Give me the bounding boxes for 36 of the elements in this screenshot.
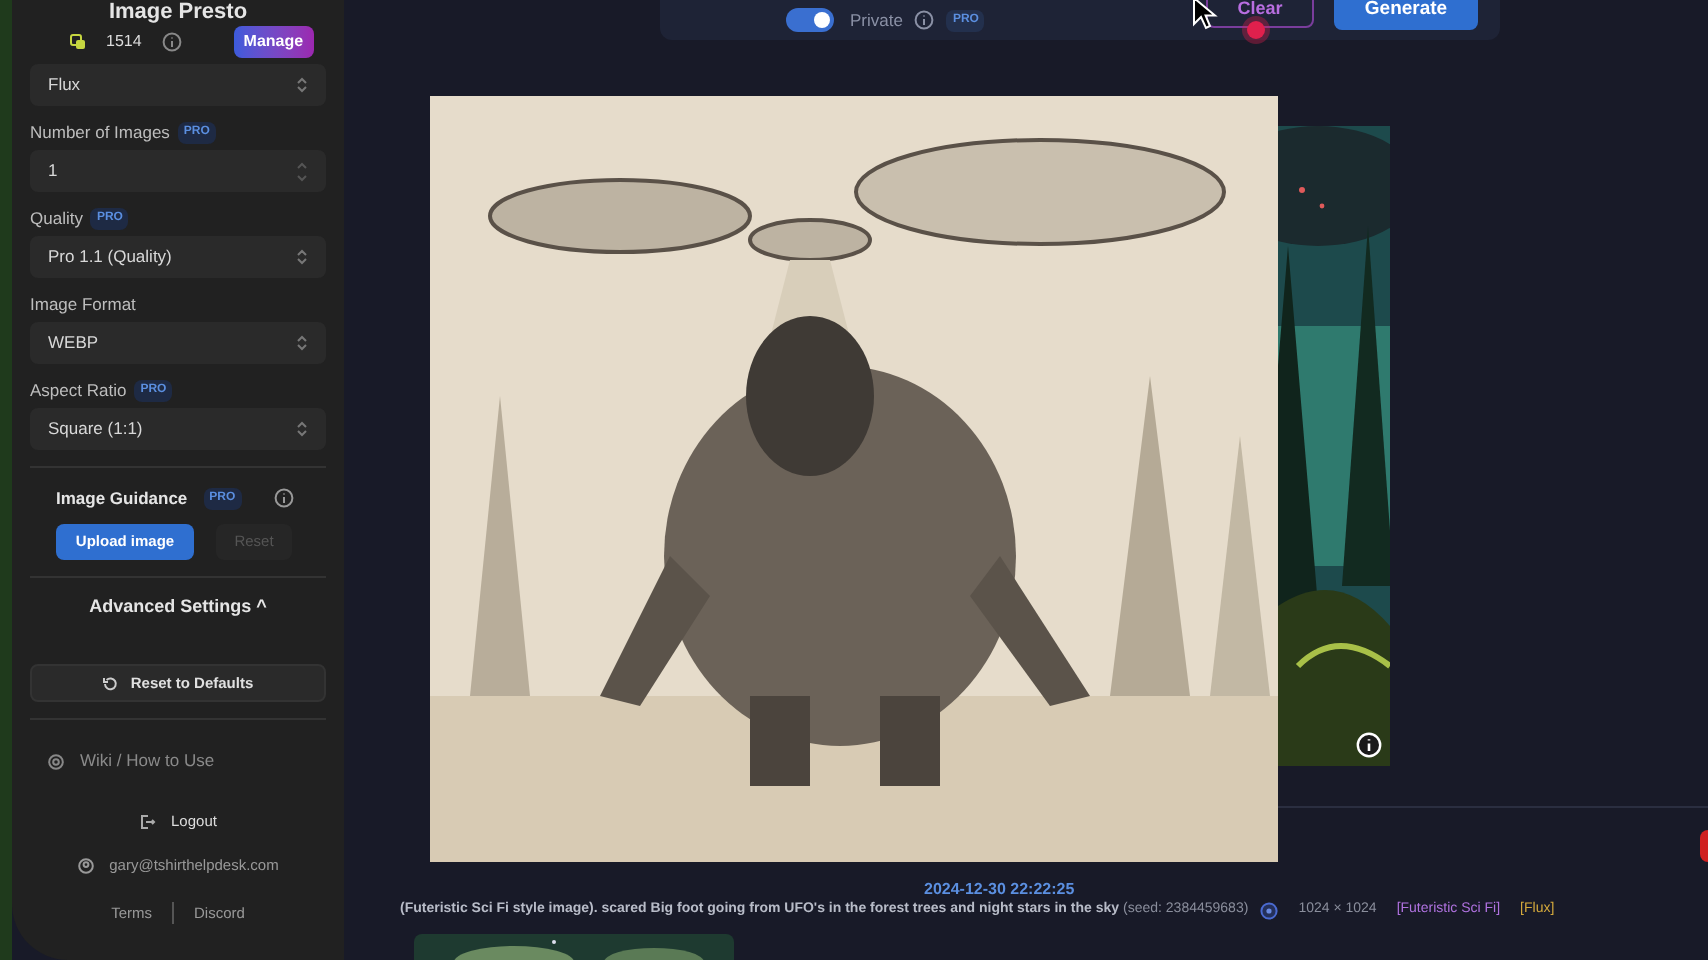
field-label: Aspect Ratio [30,377,127,403]
private-toggle[interactable] [786,8,834,32]
logout-icon [139,813,156,830]
coins-icon [70,34,86,50]
select-field[interactable]: WEBP [30,322,326,364]
credit-count: 1514 [106,30,142,54]
wiki-link[interactable]: Wiki / How to Use [30,748,326,774]
field-label: Quality [30,205,83,231]
field-label: Image Format [30,291,136,317]
generate-button[interactable]: Generate [1334,0,1478,30]
advanced-settings-toggle[interactable]: Advanced Settings ^ [30,593,326,621]
number-field[interactable]: 1 [30,150,326,192]
private-label: Private [850,7,903,33]
target-icon[interactable] [1260,901,1279,920]
field-label: Number of Images [30,119,170,145]
click-indicator-icon [1240,14,1272,46]
info-icon [161,32,182,52]
stepper-icon [296,159,308,183]
chevron-icon [296,334,308,352]
select-field[interactable]: Flux [30,64,326,106]
reset-icon [102,675,119,692]
cursor-icon [1192,0,1220,30]
image-date: 2024-12-30 22:22:25 [924,878,1075,901]
select-field[interactable]: Pro 1.1 (Quality) [30,236,326,278]
manage-button[interactable]: Manage [233,26,314,58]
chevron-icon [296,76,308,94]
chevron-icon [296,420,308,438]
info-icon [914,10,935,30]
info-icon[interactable] [1356,732,1382,758]
select-field[interactable]: Square (1:1) [30,408,326,450]
app-title: Image Presto [108,2,248,24]
user-icon [77,857,94,874]
section-title: Image Guidance [56,486,188,512]
info-icon [273,488,294,509]
chevron-icon [296,248,308,266]
help-icon [48,753,64,770]
